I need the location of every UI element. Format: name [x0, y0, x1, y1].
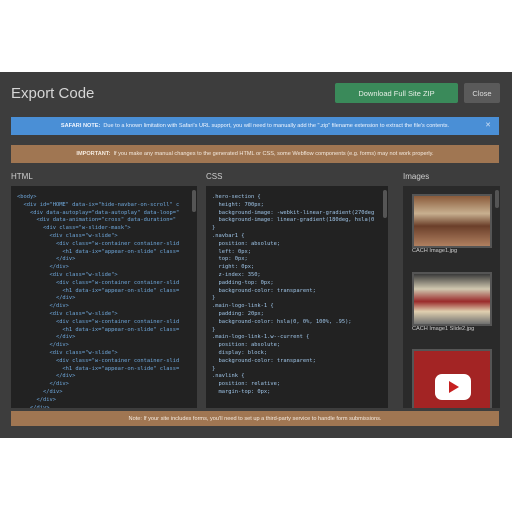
code-line: .hero-section {: [212, 194, 261, 200]
code-line: }: [212, 365, 216, 372]
code-line: </div>: [17, 388, 63, 395]
css-code-panel[interactable]: .hero-section { height: 700px; backgroun…: [206, 186, 388, 408]
code-line: left: 0px;: [212, 248, 251, 255]
important-label: IMPORTANT:: [76, 151, 111, 157]
code-line: <div data-animation="cross" data-duratio…: [17, 217, 177, 224]
code-line: <div class="w-container container-slid: [17, 279, 180, 286]
css-scrollbar[interactable]: [383, 190, 387, 218]
youtube-play-icon: [435, 374, 471, 400]
code-line: padding-top: 0px;: [212, 279, 274, 286]
code-line: </div>: [17, 381, 69, 388]
code-line: <div id="HOME" data-ix="hide-navbar-on-s…: [17, 201, 180, 208]
code-line: background-image: -webkit-linear-gradien…: [212, 209, 375, 216]
css-code-block[interactable]: .hero-section { height: 700px; backgroun…: [212, 194, 374, 397]
close-icon[interactable]: ✕: [485, 121, 491, 129]
code-line: }: [212, 295, 216, 302]
code-line: height: 700px;: [212, 201, 264, 208]
safari-note-label: SAFARI NOTE:: [60, 123, 101, 129]
image-thumbnail-3[interactable]: [412, 349, 492, 408]
code-line: }: [212, 326, 216, 333]
code-line: .navlink {: [212, 373, 245, 380]
code-line: </div>: [17, 396, 56, 403]
css-section-label: CSS: [206, 172, 223, 181]
code-line: <div class="w-container container-slid: [17, 357, 180, 364]
dialog-title: Export Code: [11, 85, 95, 102]
code-line: display: block;: [212, 349, 268, 356]
code-line: background-image: linear-gradient(180deg…: [212, 217, 375, 224]
code-line: background-color: hsla(0, 0%, 100%, .95)…: [212, 318, 352, 325]
code-line: </div>: [17, 264, 69, 271]
code-line: </div>: [17, 373, 76, 380]
code-line: </div>: [17, 342, 69, 349]
code-line: </div>: [17, 334, 76, 341]
safari-note-text: Due to a known limitation with Safari's …: [103, 123, 450, 129]
code-line: top: 0px;: [212, 256, 248, 263]
code-line: background-color: transparent;: [212, 287, 316, 294]
dialog-footer: [0, 428, 512, 438]
code-line: position: relative;: [212, 381, 281, 388]
code-line: padding: 20px;: [212, 310, 264, 317]
code-line: <div class="w-slide">: [17, 232, 118, 239]
html-section-label: HTML: [11, 172, 33, 181]
code-line: </div>: [17, 404, 50, 408]
images-panel[interactable]: CACH Image1.jpg CACH Image1 Slide2.jpg: [403, 186, 500, 408]
images-scrollbar[interactable]: [495, 190, 499, 208]
code-line: .main-logo-link-1 {: [212, 303, 274, 310]
code-line: <div class="w-slide">: [17, 310, 118, 317]
html-code-panel[interactable]: <body> <div id="HOME" data-ix="hide-navb…: [11, 186, 197, 408]
code-line: position: absolute;: [212, 240, 281, 247]
code-line: <div class="w-slide">: [17, 349, 118, 356]
html-scrollbar[interactable]: [192, 190, 196, 212]
code-line: background-color: transparent;: [212, 357, 316, 364]
code-line: right: 0px;: [212, 264, 255, 271]
code-line: <div class="w-container container-slid: [17, 240, 180, 247]
image-label-2: CACH Image1 Slide2.jpg: [412, 326, 475, 332]
export-code-dialog: Export Code Download Full Site ZIP Close…: [0, 72, 512, 438]
important-text: If you make any manual changes to the ge…: [113, 151, 434, 157]
forms-note-banner: Note: If your site includes forms, you'l…: [11, 411, 499, 426]
safari-note-banner: SAFARI NOTE: Due to a known limitation w…: [11, 117, 499, 135]
code-line: <div class="w-slider-mask">: [17, 225, 131, 232]
close-button[interactable]: Close: [464, 83, 500, 103]
code-line: <div data-autoplay="data-autoplay" data-…: [17, 209, 180, 216]
image-label-1: CACH Image1.jpg: [412, 248, 458, 254]
image-thumbnail-1[interactable]: [412, 194, 492, 248]
code-line: z-index: 350;: [212, 271, 261, 278]
code-line: <div class="w-slide">: [17, 271, 118, 278]
download-zip-button[interactable]: Download Full Site ZIP: [335, 83, 458, 103]
code-line: .main-logo-link-1.w--current {: [212, 334, 310, 341]
code-line: <h1 data-ix="appear-on-slide" class=: [17, 326, 180, 333]
code-line: <div class="w-container container-slid: [17, 318, 180, 325]
html-code-block[interactable]: <body> <div id="HOME" data-ix="hide-navb…: [17, 194, 179, 408]
code-line: .navbar1 {: [212, 232, 245, 239]
code-line: <body>: [17, 194, 37, 200]
code-line: </div>: [17, 256, 76, 263]
code-line: margin-top: 0px;: [212, 388, 271, 395]
image-thumbnail-2[interactable]: [412, 272, 492, 326]
images-section-label: Images: [403, 172, 430, 181]
code-line: </div>: [17, 295, 76, 302]
code-line: <h1 data-ix="appear-on-slide" class=: [17, 248, 180, 255]
important-banner: IMPORTANT: If you make any manual change…: [11, 145, 499, 163]
code-line: </div>: [17, 303, 69, 310]
code-line: position: absolute;: [212, 342, 281, 349]
code-line: }: [212, 225, 216, 232]
code-line: <h1 data-ix="appear-on-slide" class=: [17, 287, 180, 294]
play-triangle-icon: [449, 381, 459, 393]
code-line: <h1 data-ix="appear-on-slide" class=: [17, 365, 180, 372]
